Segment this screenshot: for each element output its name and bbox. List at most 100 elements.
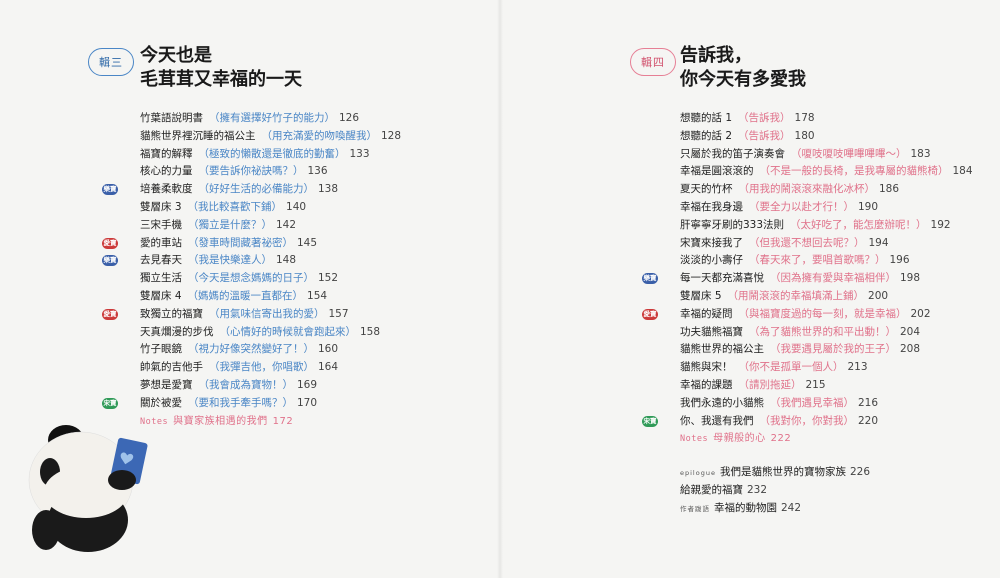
toc-item-title: 致獨立的福寶: [140, 307, 203, 320]
toc-item-title: 你、我還有我們: [680, 414, 754, 427]
toc-item-page: 215: [805, 378, 826, 391]
toc-item-page: 190: [858, 200, 879, 213]
toc-item-subtitle: （用我的鬧滾滾來融化冰杯）: [738, 183, 876, 196]
toc-item-title: 福寶的解釋: [140, 147, 193, 160]
toc-item-title: 肝寧寧牙刷的333法則: [680, 218, 785, 231]
toc-item-subtitle: （嗄吱嗄吱嗶嗶嗶嗶～）: [791, 147, 907, 160]
section-title-3: 今天也是 毛茸茸又幸福的一天: [140, 44, 302, 92]
toc-item-title: 核心的力量: [140, 165, 193, 178]
toc-item-subtitle: （擁有選擇好竹子的能力）: [209, 112, 335, 124]
toc-item-page: 194: [868, 236, 889, 249]
panda-illustration: [28, 425, 148, 552]
left-page: 輯三 今天也是 毛茸茸又幸福的一天 竹葉語說明書 （擁有選擇好竹子的能力） 126 貓…: [0, 0, 500, 578]
toc-item-title: 功夫貓熊福寶: [680, 325, 743, 338]
toc-item-title: 幸福的課題: [680, 378, 733, 391]
toc-item: 淡淡的小壽仔 （春天來了，要唱首歌嗎？） 196: [680, 252, 1000, 270]
toc-item: 只屬於我的笛子演奏會 （嗄吱嗄吱嗶嗶嗶嗶～） 183: [680, 146, 1000, 164]
epilogue-item: 給親愛的福寶 232: [680, 483, 768, 496]
toc-item-subtitle: （極致的懶散還是徹底的勤奮）: [198, 147, 346, 160]
toc-item-page: 184: [952, 165, 973, 178]
toc-item-subtitle: （發車時間藏著祕密）: [188, 236, 293, 249]
toc-item: 幸福在我身邊 （要全力以赴才行！） 190: [680, 199, 1000, 217]
character-badge: 愛寶: [102, 237, 118, 249]
toc-item-subtitle: （春天來了，要唱首歌嗎？）: [749, 254, 886, 267]
toc-item-page: 178: [794, 112, 815, 124]
toc-item-subtitle: （要全力以赴才行！）: [749, 200, 854, 213]
section-title-4: 告訴我， 你今天有多愛我: [680, 44, 806, 92]
character-badge: 樂寶: [642, 273, 658, 285]
toc-item-title: 夢想是愛寶: [140, 378, 193, 391]
afterword-label: 作者跋語: [680, 504, 710, 513]
toc-item-page: 170: [297, 396, 318, 409]
toc-item-subtitle: （今天是想念媽媽的日子）: [188, 272, 314, 285]
toc-item-title: 雙層床 3: [140, 200, 182, 213]
toc-item-subtitle: （太好吃了，能怎麼辦呢！）: [790, 218, 927, 231]
section-title-line1: 告訴我，: [680, 45, 752, 66]
toc-item-title: 貓熊世界裡沉睡的福公主: [140, 129, 256, 142]
toc-item-page: 145: [297, 236, 318, 249]
toc-item-page: 157: [328, 307, 349, 320]
toc-item-title: 竹子眼鏡: [140, 343, 182, 356]
toc-item-subtitle: （用充滿愛的吻喚醒我）: [261, 129, 378, 142]
toc-item-title: 幸福是圓滾滾的: [680, 165, 754, 178]
toc-item-title: 愛的車站: [140, 236, 182, 249]
toc-item: 貓熊世界的福公主 （我要遇見屬於我的王子） 208: [680, 341, 1000, 359]
toc-item-title: 幸福的疑問: [680, 307, 733, 320]
epilogue-item: epilogue 我們是貓熊世界的寶物家族 226: [680, 466, 871, 478]
toc-item-title: 培養柔軟度: [140, 183, 193, 196]
section-badge-3: 輯三: [88, 48, 134, 76]
toc-item-title: 貓熊與宋！: [680, 361, 733, 374]
toc-item-page: 138: [318, 183, 339, 196]
toc-item: 夏天的竹杯 （用我的鬧滾滾來融化冰杯） 186: [680, 181, 1000, 199]
toc-item-subtitle: （告訴我）: [738, 129, 791, 142]
toc-item-title: 每一天都充滿喜悅: [680, 272, 764, 285]
toc-item-subtitle: （要和我手牽手嗎？）: [188, 396, 293, 409]
toc-item-page: 192: [930, 218, 951, 231]
toc-item-subtitle: （視力好像突然變好了！）: [188, 343, 314, 356]
toc-item-title: 帥氣的吉他手: [140, 361, 203, 374]
toc-item-page: 128: [381, 129, 402, 142]
toc-item-page: 164: [318, 361, 339, 374]
toc-item: 想聽的話 2 （告訴我） 180: [680, 128, 1000, 146]
toc-item-subtitle: （告訴我）: [738, 112, 791, 124]
notes-title: 母親般的心: [713, 433, 766, 445]
notes-title: 與寶家族相遇的我們: [173, 415, 268, 427]
toc-item-page: 126: [339, 112, 360, 124]
character-badge: 宋寶: [102, 397, 118, 409]
toc-item-title: 只屬於我的笛子演奏會: [680, 147, 785, 160]
toc-item-page: 169: [297, 378, 318, 391]
toc-item-title: 獨立生活: [140, 272, 182, 285]
character-badge: 宋寶: [642, 415, 658, 427]
toc-item: 樂寶 每一天都充滿喜悅 （因為擁有愛與幸福相伴） 198: [642, 270, 1000, 288]
toc-item-subtitle: （不是一般的長椅，是我專屬的貓熊椅）: [759, 165, 949, 178]
toc-item-subtitle: （用鬧滾滾的幸福填滿上鋪）: [727, 289, 865, 302]
toc-item-subtitle: （為了貓熊世界的和平出動！）: [749, 325, 896, 338]
toc-item-page: 220: [858, 414, 879, 427]
toc-item-subtitle: （要告訴你祕訣嗎？）: [198, 165, 304, 178]
toc-item-subtitle: （用氣味信寄出我的愛）: [209, 307, 325, 320]
toc-item-page: 160: [318, 343, 339, 356]
toc-item-title: 三宋手機: [140, 218, 182, 231]
toc-item-title: 夏天的竹杯: [680, 183, 733, 196]
toc-item-title: 淡淡的小壽仔: [680, 254, 743, 267]
toc-item-page: 142: [276, 218, 297, 231]
toc-item-subtitle: （我要遇見屬於我的王子）: [770, 343, 896, 356]
right-page: 輯四 告訴我， 你今天有多愛我 想聽的話 1 （告訴我） 178 想聽的話 2 （告訴我…: [500, 0, 1000, 578]
toc-item-page: 200: [868, 289, 889, 302]
toc-item: 我們永遠的小貓熊 （我們遇見幸福） 216: [680, 395, 1000, 413]
toc-item-title: 去見春天: [140, 254, 182, 267]
toc-item: 幸福的課題 （請別拖延） 215: [680, 377, 1000, 395]
toc-item-title: 雙層床 4: [140, 289, 182, 302]
toc-item-page: 204: [900, 325, 921, 338]
toc-item-page: 202: [910, 307, 931, 320]
section-badge-4: 輯四: [630, 48, 676, 76]
epilogue-list: epilogue 我們是貓熊世界的寶物家族 226 給親愛的福寶 232 作者跋語 幸福…: [680, 464, 980, 517]
toc-item-page: 198: [900, 272, 921, 285]
toc-item-page: 213: [847, 361, 868, 374]
toc-item-page: 152: [318, 272, 339, 285]
toc-item-subtitle: （因為擁有愛與幸福相伴）: [770, 272, 896, 285]
toc-item-page: 196: [889, 254, 910, 267]
toc-item-subtitle: （心情好的時候就會跑起來）: [219, 325, 357, 338]
character-badge: 樂寶: [102, 255, 118, 267]
toc-item-subtitle: （請別拖延）: [738, 378, 802, 391]
